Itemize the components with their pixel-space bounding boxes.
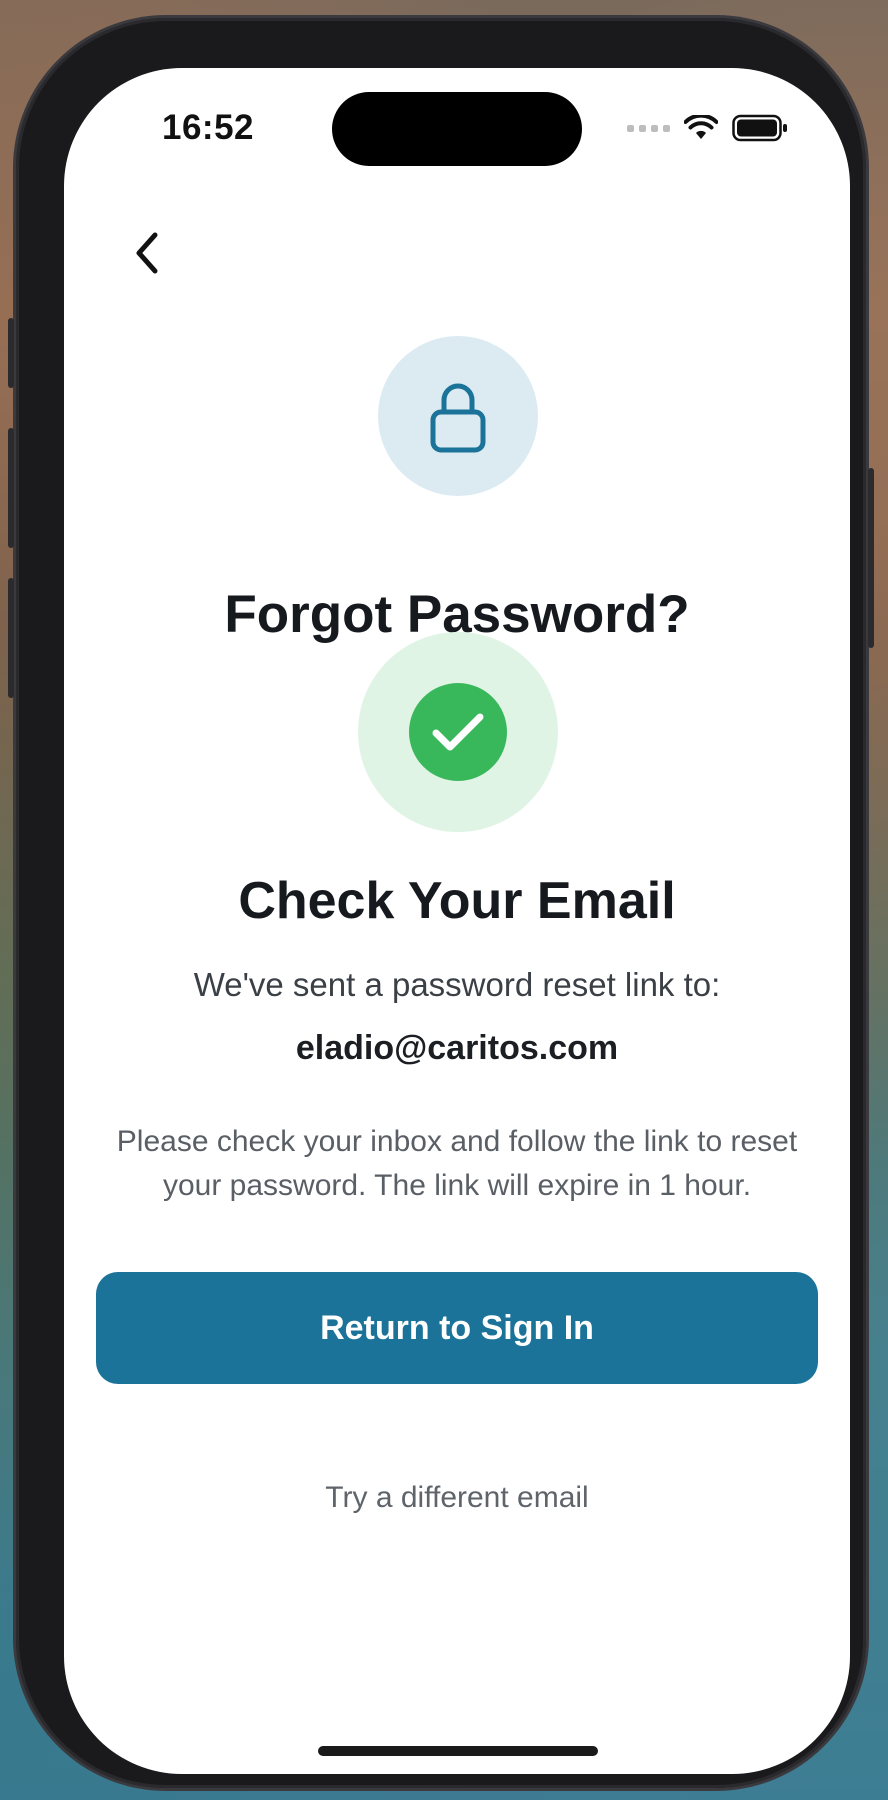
instructions-text: Please check your inbox and follow the l… [116, 1125, 798, 1202]
lock-icon-container [378, 336, 538, 496]
status-time: 16:52 [162, 108, 255, 147]
dynamic-island [332, 92, 582, 166]
confirmation-title: Check Your Email [238, 872, 676, 922]
app-screen: 16:52 Forgot Password? Check Your Email … [64, 68, 850, 1774]
phone-volume-up-button [8, 428, 14, 548]
phone-power-button [868, 468, 874, 648]
success-icon-container [358, 632, 558, 832]
checkmark-icon [432, 713, 484, 751]
wifi-icon [684, 115, 718, 139]
back-button[interactable] [116, 218, 176, 288]
success-badge [409, 683, 507, 781]
return-to-sign-in-button[interactable]: Return to Sign In [96, 1272, 818, 1384]
try-different-email-link[interactable]: Try a different email [257, 1468, 657, 1528]
chevron-left-icon [136, 232, 158, 274]
home-indicator[interactable] [318, 1746, 598, 1756]
confirmation-title-container: Check Your Email [64, 868, 850, 922]
sent-message: We've sent a password reset link to: [193, 966, 721, 1003]
status-icons [627, 114, 788, 142]
battery-icon [732, 114, 787, 142]
recipient-email: eladio@caritos.com [295, 1029, 619, 1067]
phone-volume-down-button [8, 578, 14, 698]
lock-icon [430, 383, 486, 453]
phone-action-button [8, 318, 14, 388]
status-bar: 16:52 [64, 68, 850, 188]
cellular-signal-icon [627, 124, 670, 132]
phone-frame: 16:52 Forgot Password? Check Your Email … [8, 18, 874, 1788]
